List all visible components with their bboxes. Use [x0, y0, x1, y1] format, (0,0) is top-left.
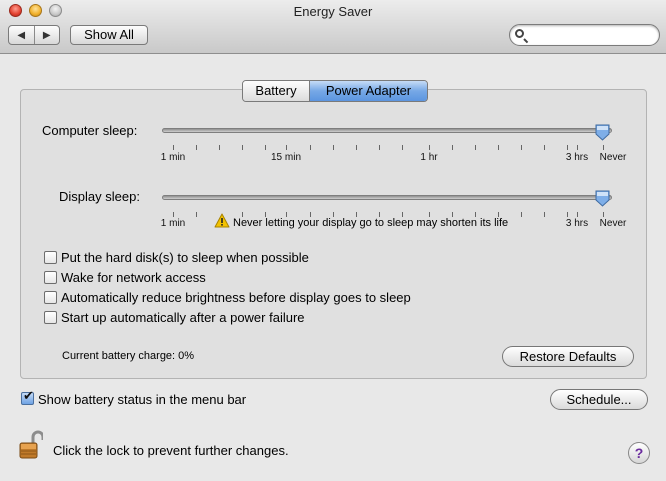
- display-sleep-warning: Never letting your display go to sleep m…: [233, 217, 509, 229]
- tick-mark: [498, 145, 499, 150]
- unlocked-lock-icon[interactable]: [19, 430, 43, 460]
- tick-mark: [567, 212, 568, 217]
- display-sleep-tick-label: Never: [599, 218, 627, 229]
- tick-mark: [379, 145, 380, 150]
- tick-mark: [452, 145, 453, 150]
- tick-mark: [196, 145, 197, 150]
- search-field[interactable]: [509, 24, 660, 46]
- tick-mark: [219, 145, 220, 150]
- tick-mark: [521, 212, 522, 217]
- tick-mark: [475, 145, 476, 150]
- tick-mark: [265, 145, 266, 150]
- back-forward-control: ◀ ▶: [8, 25, 60, 45]
- display-sleep-track[interactable]: [162, 195, 612, 200]
- display-sleep-tick-label: 3 hrs: [565, 218, 589, 229]
- show-battery-status-checkbox[interactable]: [21, 389, 34, 405]
- wake-network-checkbox[interactable]: [44, 271, 57, 284]
- computer-sleep-tick-label: 15 min: [270, 152, 302, 163]
- wake-network-label[interactable]: Wake for network access: [61, 270, 206, 285]
- search-icon: [515, 29, 524, 38]
- back-arrow-icon[interactable]: ◀: [9, 26, 35, 44]
- reduce-brightness-checkbox[interactable]: [44, 291, 57, 304]
- tick-mark: [310, 145, 311, 150]
- hard-disk-sleep-label[interactable]: Put the hard disk(s) to sleep when possi…: [61, 250, 309, 265]
- tick-mark: [577, 145, 578, 150]
- computer-sleep-label: Computer sleep:: [42, 123, 138, 138]
- toolbar: Energy Saver ◀ ▶ Show All: [0, 0, 666, 54]
- tick-mark: [173, 145, 174, 150]
- tick-mark: [333, 145, 334, 150]
- startup-after-power-failure-checkbox[interactable]: [44, 311, 57, 324]
- tab-battery[interactable]: Battery: [243, 81, 310, 101]
- lock-message: Click the lock to prevent further change…: [53, 443, 289, 458]
- battery-charge-status: Current battery charge: 0%: [62, 350, 195, 362]
- tick-mark: [544, 212, 545, 217]
- hard-disk-sleep-checkbox[interactable]: [44, 251, 57, 264]
- computer-sleep-tick-label: Never: [599, 152, 627, 163]
- tick-mark: [286, 145, 287, 150]
- restore-defaults-button[interactable]: Restore Defaults: [502, 346, 634, 367]
- computer-sleep-slider-thumb[interactable]: [595, 124, 610, 141]
- tick-mark: [429, 145, 430, 150]
- display-sleep-slider-thumb[interactable]: [595, 190, 610, 207]
- window-title: Energy Saver: [293, 4, 373, 19]
- tab-bar: Battery Power Adapter: [242, 80, 428, 102]
- startup-after-power-failure-label[interactable]: Start up automatically after a power fai…: [61, 310, 305, 325]
- computer-sleep-tick-label: 1 min: [160, 152, 186, 163]
- tick-mark: [356, 145, 357, 150]
- show-all-button[interactable]: Show All: [70, 25, 148, 45]
- tick-mark: [603, 145, 604, 150]
- tick-mark: [242, 145, 243, 150]
- show-battery-status-label[interactable]: Show battery status in the menu bar: [38, 392, 246, 407]
- computer-sleep-tick-label: 3 hrs: [565, 152, 589, 163]
- schedule-button[interactable]: Schedule...: [550, 389, 648, 410]
- tick-mark: [402, 145, 403, 150]
- tick-mark: [577, 212, 578, 217]
- tick-mark: [173, 212, 174, 217]
- search-input[interactable]: [530, 27, 650, 43]
- help-button[interactable]: ?: [628, 442, 650, 464]
- warning-icon: [214, 213, 230, 228]
- tick-mark: [521, 145, 522, 150]
- tick-mark: [567, 145, 568, 150]
- tick-mark: [603, 212, 604, 217]
- computer-sleep-track[interactable]: [162, 128, 612, 133]
- computer-sleep-tick-label: 1 hr: [420, 152, 438, 163]
- tick-mark: [196, 212, 197, 217]
- tab-power-adapter[interactable]: Power Adapter: [310, 81, 427, 101]
- tick-mark: [544, 145, 545, 150]
- display-sleep-label: Display sleep:: [59, 189, 140, 204]
- reduce-brightness-label[interactable]: Automatically reduce brightness before d…: [61, 290, 411, 305]
- forward-arrow-icon[interactable]: ▶: [35, 26, 60, 44]
- display-sleep-tick-label: 1 min: [160, 218, 186, 229]
